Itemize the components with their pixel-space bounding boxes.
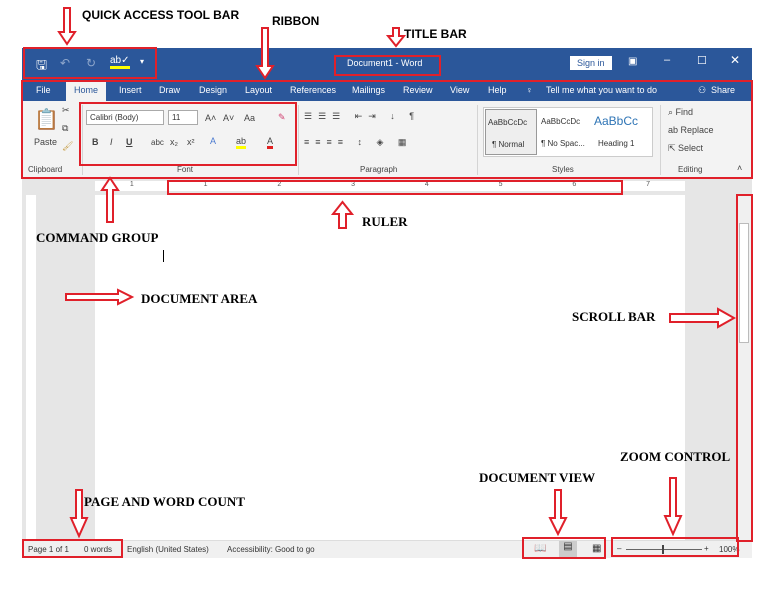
arrow-down-title (385, 27, 407, 48)
label-quick-access: QUICK ACCESS TOOL BAR (82, 8, 240, 22)
label-command-group: COMMAND GROUP (36, 230, 159, 245)
arrow-right-document (65, 288, 135, 306)
arrow-down-doc-view (548, 489, 568, 537)
label-ribbon: RIBBON (272, 14, 320, 28)
arrow-down-ribbon (255, 27, 275, 80)
arrow-right-scroll (669, 307, 737, 329)
label-document-view: DOCUMENT VIEW (479, 470, 596, 485)
arrow-up-ruler (330, 200, 355, 229)
arrow-up-command (100, 176, 120, 223)
label-page-word-count: PAGE AND WORD COUNT (84, 494, 245, 509)
label-title-bar: TITLE BAR (404, 27, 467, 41)
label-document-area: DOCUMENT AREA (141, 291, 258, 306)
label-scroll-bar: SCROLL BAR (572, 309, 656, 324)
arrow-down-zoom (663, 477, 683, 537)
label-ruler: RULER (362, 214, 408, 229)
label-zoom-control: ZOOM CONTROL (620, 449, 731, 464)
arrow-down-qat (57, 7, 77, 46)
